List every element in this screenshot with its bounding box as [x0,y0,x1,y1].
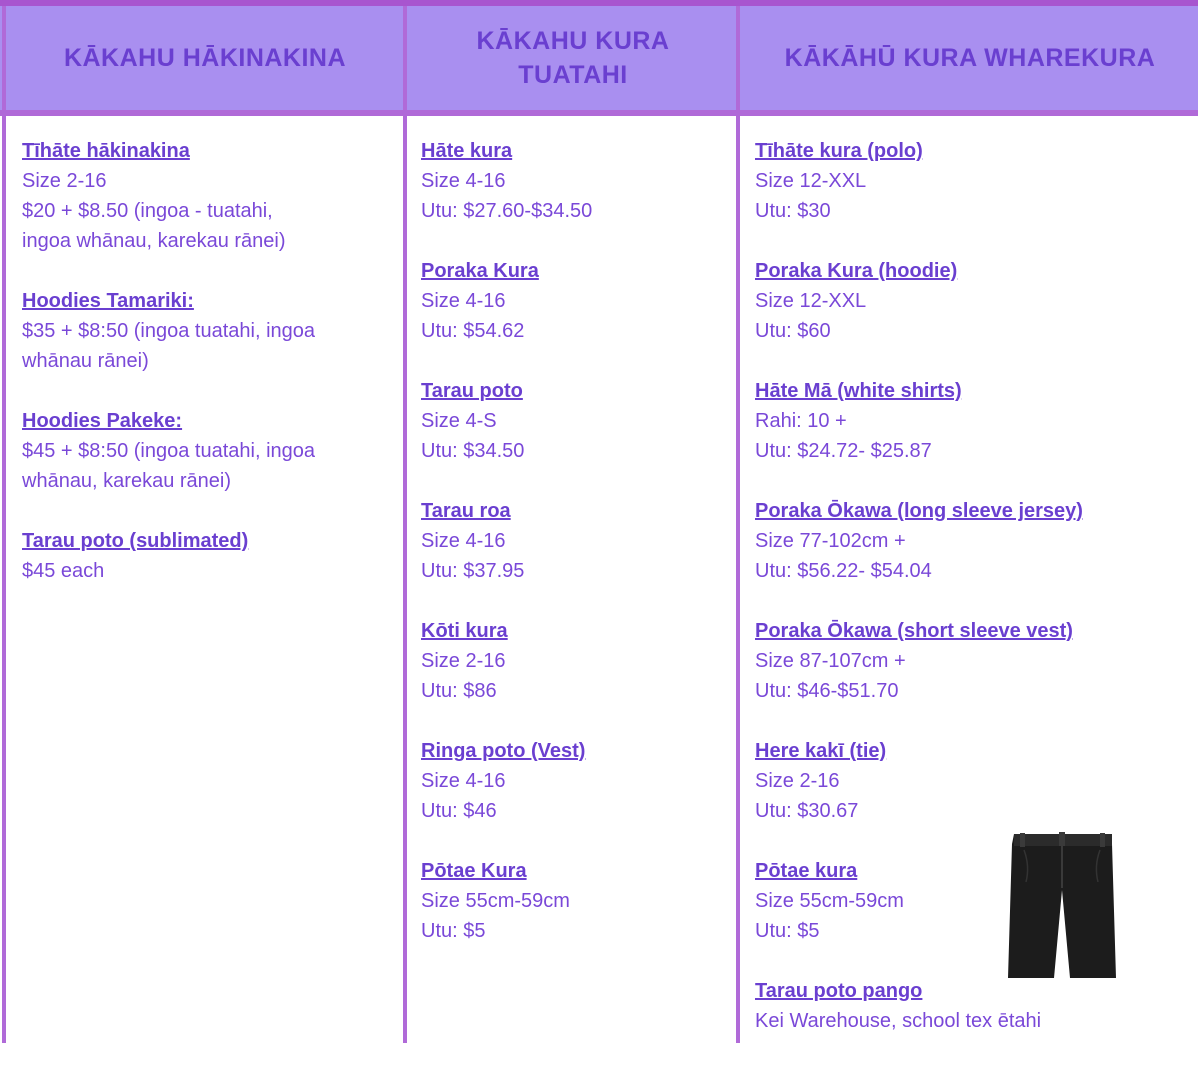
column-divider [736,6,740,1043]
item-title-link[interactable]: Here kakī (tie) [755,736,1195,766]
item-detail: Utu: $5 [755,920,820,942]
list-item: Tarau poto (sublimated) $45 each [22,526,392,586]
list-item: Hāte kura Size 4-16 Utu: $27.60-$34.50 [421,136,726,226]
item-title-link[interactable]: Hoodies Tamariki: [22,286,392,316]
item-detail: Size 2-16 [22,170,107,192]
item-detail: Size 2-16 [421,650,506,672]
item-detail: $20 + $8.50 (ingoa - tuatahi, [22,200,273,222]
item-title-link[interactable]: Tīhāte hākinakina [22,136,392,166]
list-item: Poraka Ōkawa (short sleeve vest) Size 87-… [755,616,1195,706]
uniform-price-table: KĀKAHU HĀKINAKINA KĀKAHU KURA TUATAHI KĀ… [0,0,1198,1043]
item-detail: Size 12-XXL [755,170,867,192]
list-item: Tarau poto Size 4-S Utu: $34.50 [421,376,726,466]
item-detail: $45 each [22,560,105,582]
item-title-link[interactable]: Pōtae Kura [421,856,726,886]
list-item: Pōtae Kura Size 55cm-59cm Utu: $5 [421,856,726,946]
item-detail: Utu: $30.67 [755,800,859,822]
item-detail: Size 4-16 [421,290,506,312]
item-detail: Rahi: 10 + [755,410,847,432]
list-item: Poraka Kura Size 4-16 Utu: $54.62 [421,256,726,346]
header-secondary-uniform: KĀKĀHŪ KURA WHAREKURA [784,44,1156,72]
list-item: Tīhāte hākinakina Size 2-16 $20 + $8.50 (i… [22,136,392,256]
item-detail: Size 4-S [421,410,497,432]
black-shorts-image [1008,832,1116,978]
item-detail: Size 4-16 [421,170,506,192]
list-item: Tīhāte kura (polo) Size 12-XXL Utu: $30 [755,136,1195,226]
table-header-row: KĀKAHU HĀKINAKINA KĀKAHU KURA TUATAHI KĀ… [0,6,1198,116]
item-detail: Utu: $30 [755,200,831,222]
primary-uniform-column: Hāte kura Size 4-16 Utu: $27.60-$34.50 Pora… [421,136,726,976]
item-title-link[interactable]: Tīhāte kura (polo) [755,136,1195,166]
list-item: Tarau roa Size 4-16 Utu: $37.95 [421,496,726,586]
item-detail: Utu: $46 [421,800,497,822]
column-divider [2,6,6,1043]
list-item: Pōtae kura Size 55cm-59cm Utu: $5 [755,856,1195,946]
item-detail: Size 4-16 [421,530,506,552]
item-detail: $45 + $8:50 (ingoa tuatahi, ingoa [22,440,316,462]
item-detail: Size 12-XXL [755,290,867,312]
item-detail: ingoa whānau, karekau rānei) [22,230,286,252]
item-detail: Utu: $24.72- $25.87 [755,440,932,462]
item-detail: Utu: $34.50 [421,440,525,462]
item-title-link[interactable]: Tarau roa [421,496,726,526]
header-primary-uniform: KĀKAHU KURA TUATAHI [476,27,670,89]
item-detail: Size 77-102cm + [755,530,906,552]
item-title-link[interactable]: Hoodies Pakeke: [22,406,392,436]
list-item: Hāte Mā (white shirts) Rahi: 10 + Utu: $24… [755,376,1195,466]
list-item: Tarau poto pango Kei Warehouse, school te… [755,976,1195,1036]
item-detail: Utu: $54.62 [421,320,525,342]
item-title-link[interactable]: Pōtae kura [755,856,1195,886]
list-item: Poraka Ōkawa (long sleeve jersey) Size 77… [755,496,1195,586]
item-detail: Utu: $5 [421,920,486,942]
list-item: Hoodies Tamariki: $35 + $8:50 (ingoa tuat… [22,286,392,376]
item-title-link[interactable]: Kōti kura [421,616,726,646]
item-detail: Utu: $60 [755,320,831,342]
item-title-link[interactable]: Tarau poto [421,376,726,406]
column-divider [403,6,407,1043]
item-title-link[interactable]: Tarau poto (sublimated) [22,526,392,556]
item-detail: Size 55cm-59cm [755,890,904,912]
item-detail: whānau, karekau rānei) [22,470,232,492]
item-title-link[interactable]: Ringa poto (Vest) [421,736,726,766]
item-title-link[interactable]: Poraka Ōkawa (long sleeve jersey) [755,496,1195,526]
item-detail: Size 55cm-59cm [421,890,570,912]
item-detail: Size 2-16 [755,770,840,792]
item-title-link[interactable]: Poraka Kura (hoodie) [755,256,1195,286]
item-detail: Utu: $27.60-$34.50 [421,200,593,222]
list-item: Here kakī (tie) Size 2-16 Utu: $30.67 [755,736,1195,826]
list-item: Kōti kura Size 2-16 Utu: $86 [421,616,726,706]
item-title-link[interactable]: Poraka Ōkawa (short sleeve vest) [755,616,1195,646]
list-item: Ringa poto (Vest) Size 4-16 Utu: $46 [421,736,726,826]
item-detail: Utu: $56.22- $54.04 [755,560,932,582]
item-detail: Size 4-16 [421,770,506,792]
item-detail: Size 87-107cm + [755,650,906,672]
item-detail: Utu: $86 [421,680,497,702]
sports-uniform-column: Tīhāte hākinakina Size 2-16 $20 + $8.50 (i… [22,136,392,616]
secondary-uniform-column: Tīhāte kura (polo) Size 12-XXL Utu: $30 Por… [755,136,1195,1066]
item-detail: $35 + $8:50 (ingoa tuatahi, ingoa [22,320,316,342]
item-title-link[interactable]: Poraka Kura [421,256,726,286]
item-title-link[interactable]: Hāte kura [421,136,726,166]
item-detail: Utu: $46-$51.70 [755,680,899,702]
list-item: Hoodies Pakeke: $45 + $8:50 (ingoa tuatah… [22,406,392,496]
item-title-link[interactable]: Hāte Mā (white shirts) [755,376,1195,406]
header-sports-uniform: KĀKAHU HĀKINAKINA [63,44,347,72]
list-item: Poraka Kura (hoodie) Size 12-XXL Utu: $60 [755,256,1195,346]
item-detail: whānau rānei) [22,350,149,372]
item-detail: Utu: $37.95 [421,560,525,582]
item-detail: Kei Warehouse, school tex ētahi [755,1010,1042,1032]
item-title-link[interactable]: Tarau poto pango [755,976,1195,1006]
